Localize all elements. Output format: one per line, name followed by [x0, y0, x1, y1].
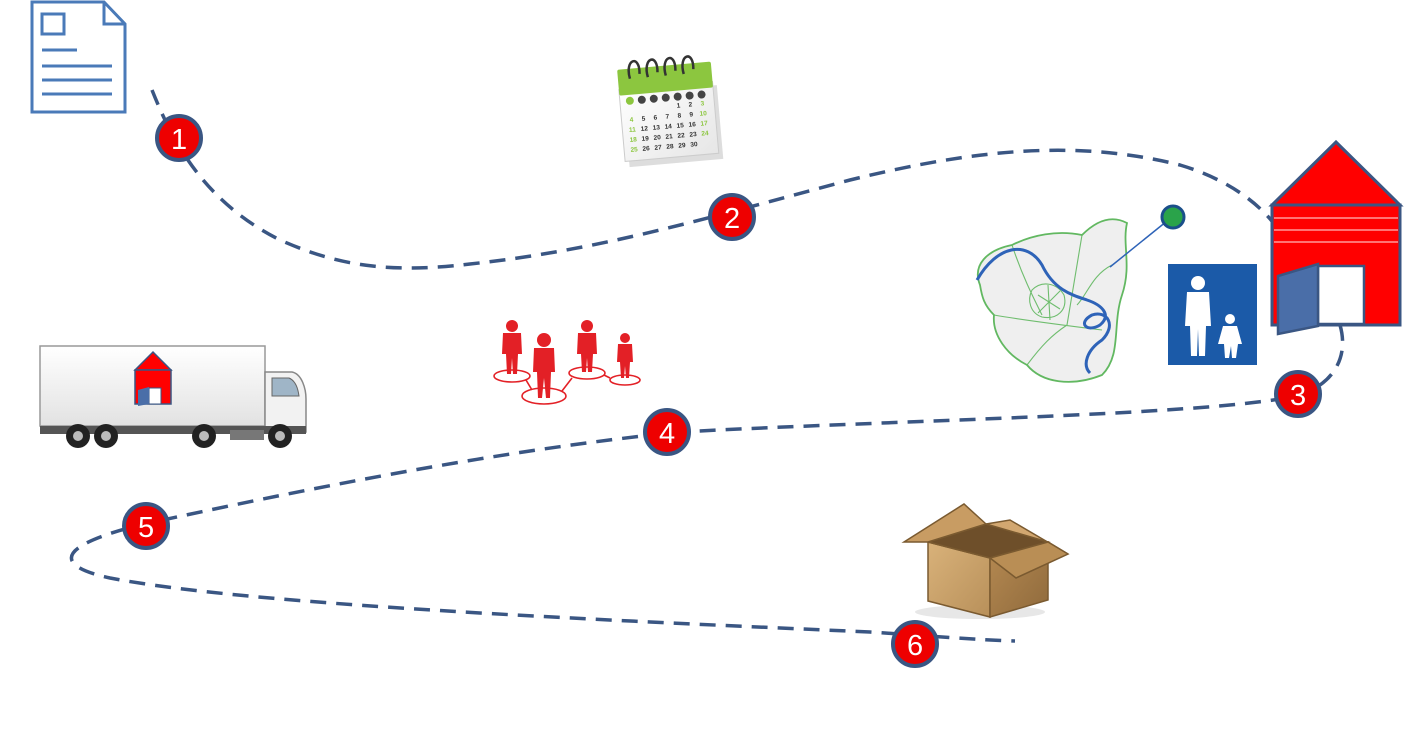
calendar-date: 13 [652, 124, 660, 132]
calendar-date: 29 [678, 142, 686, 150]
calendar-date: 26 [642, 145, 650, 153]
calendar-date: 23 [689, 131, 697, 139]
calendar-date: 27 [654, 144, 662, 152]
step-marker-6: 6 [891, 620, 939, 668]
calendar-date: 24 [701, 130, 709, 138]
calendar-date: 17 [700, 120, 708, 128]
move-process-diagram: 1 2 34 5 6 7 8 9 1011 12 13 14 15 16 1718 19 20 21 22 23 242… [30, 0, 1404, 668]
step-marker-3: 3 [1274, 370, 1322, 418]
step-label: 5 [138, 512, 154, 544]
calendar-date: 16 [688, 121, 696, 129]
calendar-date: 28 [666, 143, 674, 151]
step-label: 1 [171, 124, 187, 156]
open-box-icon [901, 503, 1070, 619]
document-icon [30, 0, 127, 114]
calendar-date: 18 [629, 136, 637, 144]
calendar-date: 11 [629, 126, 637, 134]
step-marker-1: 1 [155, 114, 203, 162]
calendar-date: 15 [676, 122, 684, 130]
calendar-date: 20 [653, 134, 661, 142]
calendar-date: 30 [690, 141, 698, 149]
calendar-date: 10 [699, 110, 707, 118]
step-marker-2: 2 [708, 193, 756, 241]
step-marker-5: 5 [122, 502, 170, 550]
pedestrian-sign-icon [1168, 264, 1257, 365]
calendar-date: 21 [665, 133, 673, 141]
house-icon [1268, 139, 1404, 336]
step-label: 3 [1290, 380, 1306, 412]
people-network-icon [493, 320, 641, 405]
calendar-date: 22 [677, 132, 685, 140]
step-label: 2 [724, 203, 740, 235]
step-label: 4 [659, 418, 675, 450]
step-marker-4: 4 [643, 408, 691, 456]
calendar-date: 25 [630, 146, 638, 154]
district-map-icon [975, 204, 1186, 383]
calendar-date: 14 [664, 123, 672, 131]
truck-icon [39, 345, 307, 448]
step-label: 6 [907, 630, 923, 662]
calendar-icon: 1 2 34 5 6 7 8 9 1011 12 13 14 15 16 1718 19 20 21 22 23 242… [617, 55, 724, 168]
calendar-date: 12 [640, 125, 648, 133]
calendar-date: 19 [641, 135, 649, 143]
